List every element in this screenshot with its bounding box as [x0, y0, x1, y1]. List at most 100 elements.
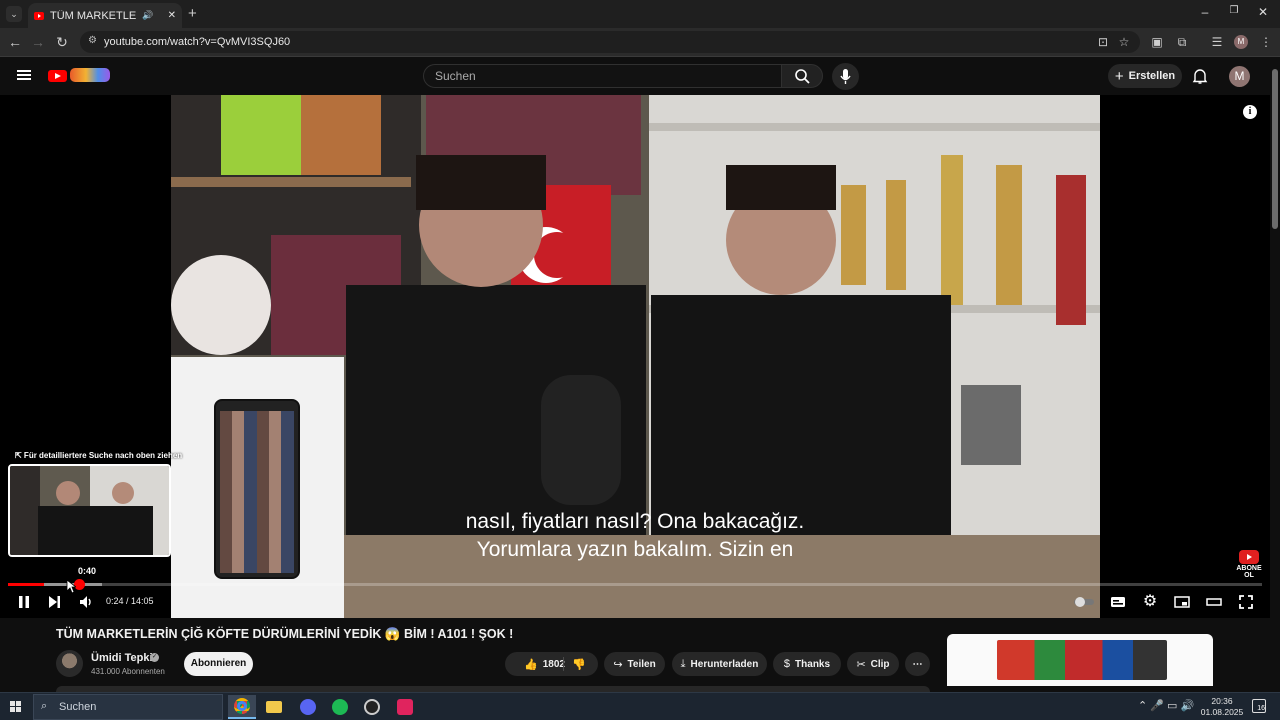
search-button[interactable]: [781, 64, 823, 88]
youtube-header: Suchen + Erstellen M: [0, 57, 1280, 95]
red-app-icon[interactable]: [391, 695, 419, 719]
share-arrow-icon: ↪: [613, 658, 623, 671]
clip-button[interactable]: ✂ Clip: [847, 652, 899, 676]
app-icon-dark[interactable]: [358, 695, 386, 719]
back-arrow-icon[interactable]: ←: [6, 34, 24, 50]
clock-date: 01.08.2025: [1200, 707, 1244, 717]
youtube-favicon-icon: [34, 11, 44, 20]
subscribe-watermark[interactable]: ABONE OL: [1234, 550, 1264, 579]
chrome-taskbar-icon[interactable]: [228, 695, 256, 719]
info-icon[interactable]: i: [1243, 105, 1257, 119]
address-bar[interactable]: ⚙ youtube.com/watch?v=QvMVI3SQJ60: [80, 31, 1140, 53]
user-avatar[interactable]: M: [1229, 66, 1250, 87]
create-label: Erstellen: [1128, 70, 1176, 82]
pause-icon[interactable]: [16, 594, 32, 610]
video-title: TÜM MARKETLERİN ÇİĞ KÖFTE DÜRÜMLERİNİ YE…: [56, 627, 514, 641]
reading-list-icon[interactable]: ☰: [1210, 35, 1224, 49]
reload-icon[interactable]: ↻: [53, 34, 71, 51]
bookmark-star-icon[interactable]: ☆: [1117, 35, 1131, 49]
channel-name[interactable]: Ümidi Tepki: [91, 652, 153, 664]
share-button[interactable]: ↪ Teilen: [604, 652, 665, 676]
divider: [563, 657, 564, 671]
theater-mode-icon[interactable]: [1206, 594, 1222, 610]
extensions-icon[interactable]: ⧉: [1175, 35, 1189, 49]
progress-bar[interactable]: [8, 579, 1262, 590]
spotify-icon[interactable]: [326, 695, 354, 719]
file-explorer-icon[interactable]: [260, 695, 288, 719]
media-icon[interactable]: ▣: [1150, 35, 1164, 49]
taskbar-search-input[interactable]: Suchen: [33, 694, 223, 720]
install-app-icon[interactable]: ⊡: [1096, 35, 1110, 49]
youtube-doodle-icon: [70, 68, 110, 82]
tab-list-button[interactable]: ⌄: [6, 6, 22, 22]
windows-start-icon[interactable]: [10, 701, 22, 713]
miniplayer-icon[interactable]: [1174, 594, 1190, 610]
channel-avatar[interactable]: [56, 650, 83, 677]
subtitle-line-1: nasıl, fiyatları nasıl? Ona bakacağız.: [465, 510, 805, 533]
sponsored-ad-card[interactable]: [947, 634, 1213, 686]
phone-overlay-image: [171, 357, 344, 618]
new-tab-button[interactable]: +: [188, 5, 197, 22]
notifications-bell-icon[interactable]: [1192, 67, 1208, 85]
discord-icon[interactable]: [294, 695, 322, 719]
voice-search-button[interactable]: [832, 63, 859, 90]
browser-profile-avatar[interactable]: M: [1234, 35, 1248, 49]
system-tray-icons[interactable]: ⌃ 🎤 ▭ 🔊: [1138, 699, 1194, 712]
clip-label: Clip: [870, 658, 890, 670]
thumbs-down-icon[interactable]: 👎: [572, 658, 586, 671]
mouse-cursor-icon: [66, 579, 78, 594]
clock-time: 20:36: [1211, 696, 1233, 706]
thanks-icon: $: [783, 658, 791, 670]
browser-toolbar: ← → ↻ ⚙ youtube.com/watch?v=QvMVI3SQJ60 …: [0, 28, 1280, 57]
taskbar-clock[interactable]: 20:36 01.08.2025: [1200, 696, 1244, 718]
share-label: Teilen: [627, 658, 656, 670]
scissors-icon: ✂: [856, 658, 866, 671]
restore-button[interactable]: ❐: [1219, 5, 1249, 16]
abone-label: ABONE OL: [1236, 565, 1262, 579]
thanks-button[interactable]: $ Thanks: [773, 652, 841, 676]
create-button[interactable]: + Erstellen: [1108, 64, 1182, 88]
download-button[interactable]: ⤓ Herunterladen: [672, 652, 767, 676]
autoplay-toggle[interactable]: [1073, 594, 1095, 610]
abone-play-icon: [1239, 550, 1259, 564]
video-player[interactable]: nasıl, fiyatları nasıl? Ona bakacağız. Y…: [0, 95, 1270, 618]
verified-badge-icon: ✓: [150, 653, 159, 662]
volume-icon[interactable]: [78, 594, 94, 610]
tab-title: TÜM MARKETLERİN ÇİĞ KÖ: [50, 9, 137, 22]
next-video-icon[interactable]: [46, 594, 62, 610]
browser-tab-strip: ⌄ TÜM MARKETLERİN ÇİĞ KÖ 🔊 ✕ + – ❐ ✕: [0, 0, 1280, 28]
search-icon: [795, 69, 810, 84]
close-window-button[interactable]: ✕: [1248, 5, 1278, 19]
subtitles-icon[interactable]: [1110, 594, 1126, 610]
menu-hamburger-icon[interactable]: [17, 70, 31, 80]
url-text: youtube.com/watch?v=QvMVI3SQJ60: [104, 36, 291, 48]
plus-icon: +: [1114, 67, 1124, 85]
scrollbar-thumb[interactable]: [1272, 69, 1278, 229]
settings-gear-icon[interactable]: ⚙: [1142, 594, 1158, 610]
more-actions-button[interactable]: ⋯: [905, 652, 930, 676]
minimize-button[interactable]: –: [1190, 5, 1220, 19]
youtube-play-logo-icon: [48, 70, 67, 82]
seek-hint-text: ⇱ Für detailliertere Suche nach oben zie…: [15, 451, 183, 460]
forward-arrow-icon[interactable]: →: [29, 34, 47, 50]
youtube-logo[interactable]: [48, 68, 110, 84]
windows-taskbar: Suchen ⌕ ⌃ 🎤 ▭ 🔊 20:36 01.08.2025 16: [0, 692, 1280, 720]
subtitle-line-2: Yorumlara yazın bakalım. Sizin en: [476, 538, 794, 561]
page-scrollbar[interactable]: [1270, 57, 1280, 692]
subscriber-count: 431.000 Abonnenten: [91, 667, 165, 676]
tab-audio-icon[interactable]: 🔊: [142, 10, 153, 21]
progress-played: [8, 583, 45, 586]
notification-center-icon[interactable]: 16: [1252, 699, 1266, 713]
site-info-icon[interactable]: ⚙: [88, 35, 97, 46]
video-subtitles: nasıl, fiyatları nasıl? Ona bakacağız. Y…: [0, 508, 1270, 564]
tab-close-icon[interactable]: ✕: [168, 10, 176, 21]
subscribe-button[interactable]: Abonnieren: [184, 652, 253, 676]
like-dislike-group: 👍 1802 👎: [505, 652, 598, 676]
fullscreen-icon[interactable]: [1238, 594, 1254, 610]
like-count[interactable]: 1802: [543, 659, 565, 670]
thanks-label: Thanks: [795, 658, 831, 670]
search-input[interactable]: Suchen: [423, 64, 781, 88]
thumbs-up-icon[interactable]: 👍: [524, 658, 538, 671]
browser-tab-active[interactable]: TÜM MARKETLERİN ÇİĞ KÖ 🔊 ✕: [28, 3, 182, 28]
browser-menu-icon[interactable]: ⋮: [1259, 35, 1273, 49]
